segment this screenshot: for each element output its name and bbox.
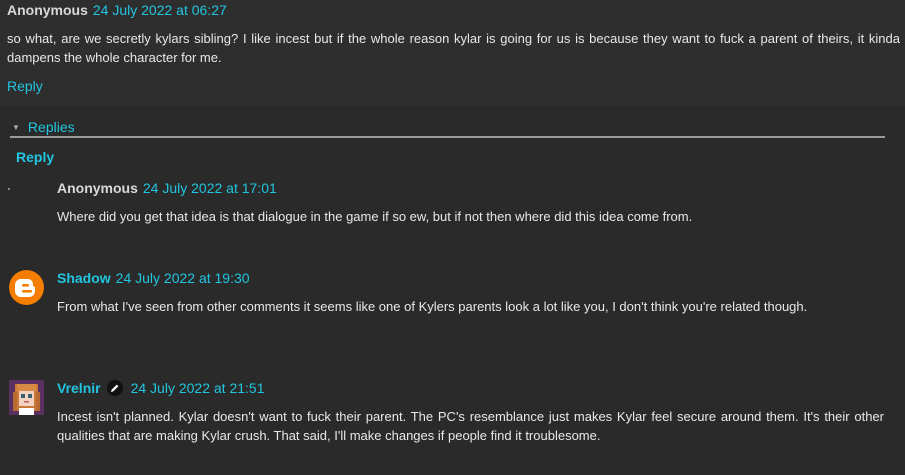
reply-timestamp-link[interactable]: 24 July 2022 at 21:51 [131, 380, 265, 396]
comment-header: Anonymous 24 July 2022 at 06:27 [7, 2, 227, 18]
pixel-portrait-avatar [9, 380, 44, 415]
collapse-triangle-icon: ▼ [12, 123, 20, 132]
reply-item: Vrelnir 24 July 2022 at 21:51 Incest isn'… [0, 380, 905, 460]
reply-timestamp-link[interactable]: 24 July 2022 at 17:01 [143, 180, 277, 196]
reply-link[interactable]: Reply [7, 78, 43, 94]
top-comment: Anonymous 24 July 2022 at 06:27 so what, … [0, 0, 905, 106]
thread-divider [10, 136, 885, 138]
comment-timestamp-link[interactable]: 24 July 2022 at 06:27 [93, 2, 227, 18]
replies-thread: ▼ Replies Reply Anonymous 24 July 2022 at … [0, 106, 905, 475]
reply-author-link[interactable]: Shadow [57, 270, 111, 286]
user-avatar[interactable] [9, 380, 44, 415]
blogger-avatar[interactable] [9, 270, 44, 305]
reply-header: Anonymous 24 July 2022 at 17:01 [57, 180, 277, 196]
pencil-icon [106, 380, 123, 397]
thread-reply-link[interactable]: Reply [16, 149, 54, 165]
comment-author: Anonymous [7, 2, 88, 18]
reply-body: Incest isn't planned. Kylar doesn't want… [57, 409, 884, 443]
reply-body: From what I've seen from other comments … [57, 299, 808, 314]
comment-body: so what, are we secretly kylars sibling?… [7, 31, 900, 65]
reply-item: Anonymous 24 July 2022 at 17:01 Where did… [0, 180, 905, 230]
reply-header: Shadow 24 July 2022 at 19:30 [57, 270, 250, 286]
reply-header: Vrelnir 24 July 2022 at 21:51 [57, 380, 264, 397]
reply-author-link[interactable]: Vrelnir [57, 380, 101, 396]
reply-item: Shadow 24 July 2022 at 19:30 From what I'… [0, 270, 905, 340]
reply-timestamp-link[interactable]: 24 July 2022 at 19:30 [116, 270, 250, 286]
replies-toggle-label: Replies [27, 119, 75, 135]
replies-toggle[interactable]: ▼ Replies [12, 119, 75, 135]
blogger-icon [9, 270, 44, 305]
reply-author: Anonymous [57, 180, 138, 196]
reply-body: Where did you get that idea is that dial… [57, 209, 693, 224]
